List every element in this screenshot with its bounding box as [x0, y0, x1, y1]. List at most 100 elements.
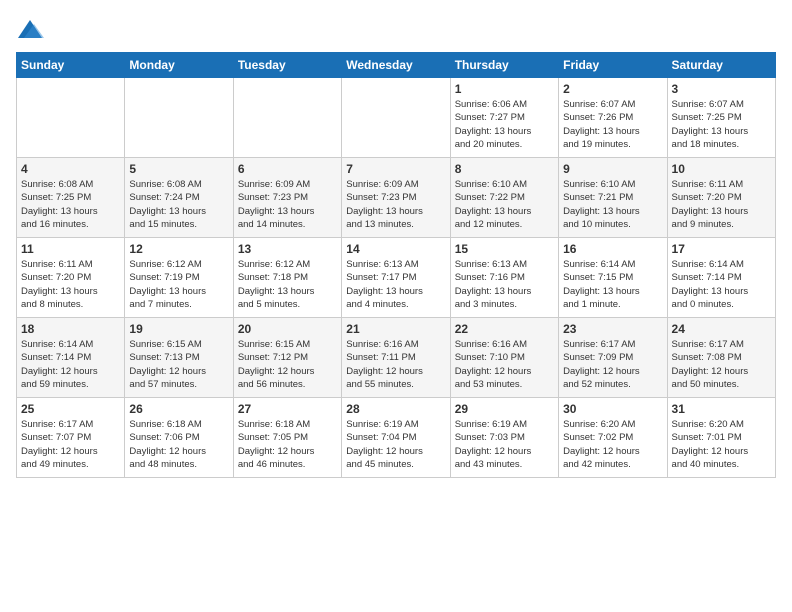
- day-info: Sunrise: 6:14 AM Sunset: 7:14 PM Dayligh…: [672, 258, 771, 311]
- calendar-cell: 30 Sunrise: 6:20 AM Sunset: 7:02 PM Dayli…: [559, 398, 667, 478]
- calendar-header: [16, 16, 776, 44]
- calendar-cell: 20 Sunrise: 6:15 AM Sunset: 7:12 PM Dayli…: [233, 318, 341, 398]
- calendar-cell: 26 Sunrise: 6:18 AM Sunset: 7:06 PM Dayli…: [125, 398, 233, 478]
- week-row-1: 1 Sunrise: 6:06 AM Sunset: 7:27 PM Daylig…: [17, 78, 776, 158]
- day-number: 28: [346, 402, 445, 416]
- day-info: Sunrise: 6:08 AM Sunset: 7:25 PM Dayligh…: [21, 178, 120, 231]
- calendar-cell: 6 Sunrise: 6:09 AM Sunset: 7:23 PM Daylig…: [233, 158, 341, 238]
- calendar-cell: 19 Sunrise: 6:15 AM Sunset: 7:13 PM Dayli…: [125, 318, 233, 398]
- day-info: Sunrise: 6:18 AM Sunset: 7:06 PM Dayligh…: [129, 418, 228, 471]
- day-info: Sunrise: 6:09 AM Sunset: 7:23 PM Dayligh…: [346, 178, 445, 231]
- calendar-cell: 18 Sunrise: 6:14 AM Sunset: 7:14 PM Dayli…: [17, 318, 125, 398]
- calendar-cell: 16 Sunrise: 6:14 AM Sunset: 7:15 PM Dayli…: [559, 238, 667, 318]
- calendar-cell: [233, 78, 341, 158]
- calendar-cell: [342, 78, 450, 158]
- day-number: 24: [672, 322, 771, 336]
- day-info: Sunrise: 6:11 AM Sunset: 7:20 PM Dayligh…: [21, 258, 120, 311]
- day-number: 18: [21, 322, 120, 336]
- day-number: 9: [563, 162, 662, 176]
- day-number: 20: [238, 322, 337, 336]
- day-number: 26: [129, 402, 228, 416]
- calendar-cell: 11 Sunrise: 6:11 AM Sunset: 7:20 PM Dayli…: [17, 238, 125, 318]
- calendar-cell: 13 Sunrise: 6:12 AM Sunset: 7:18 PM Dayli…: [233, 238, 341, 318]
- calendar-cell: 28 Sunrise: 6:19 AM Sunset: 7:04 PM Dayli…: [342, 398, 450, 478]
- day-number: 14: [346, 242, 445, 256]
- day-info: Sunrise: 6:13 AM Sunset: 7:17 PM Dayligh…: [346, 258, 445, 311]
- day-info: Sunrise: 6:17 AM Sunset: 7:09 PM Dayligh…: [563, 338, 662, 391]
- calendar-cell: 5Sunrise: 6:08 AM Sunset: 7:24 PM Daylig…: [125, 158, 233, 238]
- calendar-cell: 10 Sunrise: 6:11 AM Sunset: 7:20 PM Dayli…: [667, 158, 775, 238]
- day-info: Sunrise: 6:09 AM Sunset: 7:23 PM Dayligh…: [238, 178, 337, 231]
- calendar-cell: 9 Sunrise: 6:10 AM Sunset: 7:21 PM Daylig…: [559, 158, 667, 238]
- logo: [16, 16, 48, 44]
- day-header-tuesday: Tuesday: [233, 53, 341, 78]
- day-info: Sunrise: 6:10 AM Sunset: 7:22 PM Dayligh…: [455, 178, 554, 231]
- calendar-cell: 12 Sunrise: 6:12 AM Sunset: 7:19 PM Dayli…: [125, 238, 233, 318]
- day-info: Sunrise: 6:19 AM Sunset: 7:04 PM Dayligh…: [346, 418, 445, 471]
- calendar-cell: 22 Sunrise: 6:16 AM Sunset: 7:10 PM Dayli…: [450, 318, 558, 398]
- day-info: Sunrise: 6:20 AM Sunset: 7:01 PM Dayligh…: [672, 418, 771, 471]
- logo-icon: [16, 16, 44, 44]
- day-header-monday: Monday: [125, 53, 233, 78]
- day-info: Sunrise: 6:07 AM Sunset: 7:25 PM Dayligh…: [672, 98, 771, 151]
- week-row-5: 25 Sunrise: 6:17 AM Sunset: 7:07 PM Dayli…: [17, 398, 776, 478]
- day-info: Sunrise: 6:17 AM Sunset: 7:07 PM Dayligh…: [21, 418, 120, 471]
- day-info: Sunrise: 6:14 AM Sunset: 7:15 PM Dayligh…: [563, 258, 662, 311]
- calendar-cell: 25 Sunrise: 6:17 AM Sunset: 7:07 PM Dayli…: [17, 398, 125, 478]
- day-number: 17: [672, 242, 771, 256]
- day-number: 31: [672, 402, 771, 416]
- day-header-sunday: Sunday: [17, 53, 125, 78]
- day-header-wednesday: Wednesday: [342, 53, 450, 78]
- day-info: Sunrise: 6:12 AM Sunset: 7:19 PM Dayligh…: [129, 258, 228, 311]
- calendar-cell: 21 Sunrise: 6:16 AM Sunset: 7:11 PM Dayli…: [342, 318, 450, 398]
- calendar-cell: [17, 78, 125, 158]
- day-info: Sunrise: 6:12 AM Sunset: 7:18 PM Dayligh…: [238, 258, 337, 311]
- day-number: 21: [346, 322, 445, 336]
- day-number: 12: [129, 242, 228, 256]
- calendar-cell: 7 Sunrise: 6:09 AM Sunset: 7:23 PM Daylig…: [342, 158, 450, 238]
- calendar-cell: 14 Sunrise: 6:13 AM Sunset: 7:17 PM Dayli…: [342, 238, 450, 318]
- day-number: 22: [455, 322, 554, 336]
- day-number: 19: [129, 322, 228, 336]
- day-number: 15: [455, 242, 554, 256]
- day-number: 16: [563, 242, 662, 256]
- day-header-thursday: Thursday: [450, 53, 558, 78]
- day-header-saturday: Saturday: [667, 53, 775, 78]
- day-number: 11: [21, 242, 120, 256]
- calendar-cell: 23Sunrise: 6:17 AM Sunset: 7:09 PM Dayli…: [559, 318, 667, 398]
- calendar-cell: 24Sunrise: 6:17 AM Sunset: 7:08 PM Dayli…: [667, 318, 775, 398]
- day-number: 6: [238, 162, 337, 176]
- day-number: 25: [21, 402, 120, 416]
- day-info: Sunrise: 6:19 AM Sunset: 7:03 PM Dayligh…: [455, 418, 554, 471]
- day-info: Sunrise: 6:15 AM Sunset: 7:12 PM Dayligh…: [238, 338, 337, 391]
- header-row: SundayMondayTuesdayWednesdayThursdayFrid…: [17, 53, 776, 78]
- day-number: 13: [238, 242, 337, 256]
- day-number: 7: [346, 162, 445, 176]
- day-info: Sunrise: 6:06 AM Sunset: 7:27 PM Dayligh…: [455, 98, 554, 151]
- day-info: Sunrise: 6:11 AM Sunset: 7:20 PM Dayligh…: [672, 178, 771, 231]
- week-row-2: 4 Sunrise: 6:08 AM Sunset: 7:25 PM Daylig…: [17, 158, 776, 238]
- day-info: Sunrise: 6:07 AM Sunset: 7:26 PM Dayligh…: [563, 98, 662, 151]
- day-info: Sunrise: 6:18 AM Sunset: 7:05 PM Dayligh…: [238, 418, 337, 471]
- day-info: Sunrise: 6:10 AM Sunset: 7:21 PM Dayligh…: [563, 178, 662, 231]
- day-number: 29: [455, 402, 554, 416]
- day-info: Sunrise: 6:15 AM Sunset: 7:13 PM Dayligh…: [129, 338, 228, 391]
- day-info: Sunrise: 6:16 AM Sunset: 7:11 PM Dayligh…: [346, 338, 445, 391]
- day-number: 8: [455, 162, 554, 176]
- day-number: 30: [563, 402, 662, 416]
- calendar-cell: 3Sunrise: 6:07 AM Sunset: 7:25 PM Daylig…: [667, 78, 775, 158]
- day-number: 4: [21, 162, 120, 176]
- day-number: 1: [455, 82, 554, 96]
- week-row-3: 11 Sunrise: 6:11 AM Sunset: 7:20 PM Dayli…: [17, 238, 776, 318]
- day-info: Sunrise: 6:20 AM Sunset: 7:02 PM Dayligh…: [563, 418, 662, 471]
- calendar-cell: 27Sunrise: 6:18 AM Sunset: 7:05 PM Dayli…: [233, 398, 341, 478]
- day-number: 10: [672, 162, 771, 176]
- day-info: Sunrise: 6:16 AM Sunset: 7:10 PM Dayligh…: [455, 338, 554, 391]
- calendar-cell: 31 Sunrise: 6:20 AM Sunset: 7:01 PM Dayli…: [667, 398, 775, 478]
- day-info: Sunrise: 6:13 AM Sunset: 7:16 PM Dayligh…: [455, 258, 554, 311]
- calendar-cell: [125, 78, 233, 158]
- calendar-cell: 17 Sunrise: 6:14 AM Sunset: 7:14 PM Dayli…: [667, 238, 775, 318]
- day-number: 2: [563, 82, 662, 96]
- day-info: Sunrise: 6:14 AM Sunset: 7:14 PM Dayligh…: [21, 338, 120, 391]
- calendar-cell: 4 Sunrise: 6:08 AM Sunset: 7:25 PM Daylig…: [17, 158, 125, 238]
